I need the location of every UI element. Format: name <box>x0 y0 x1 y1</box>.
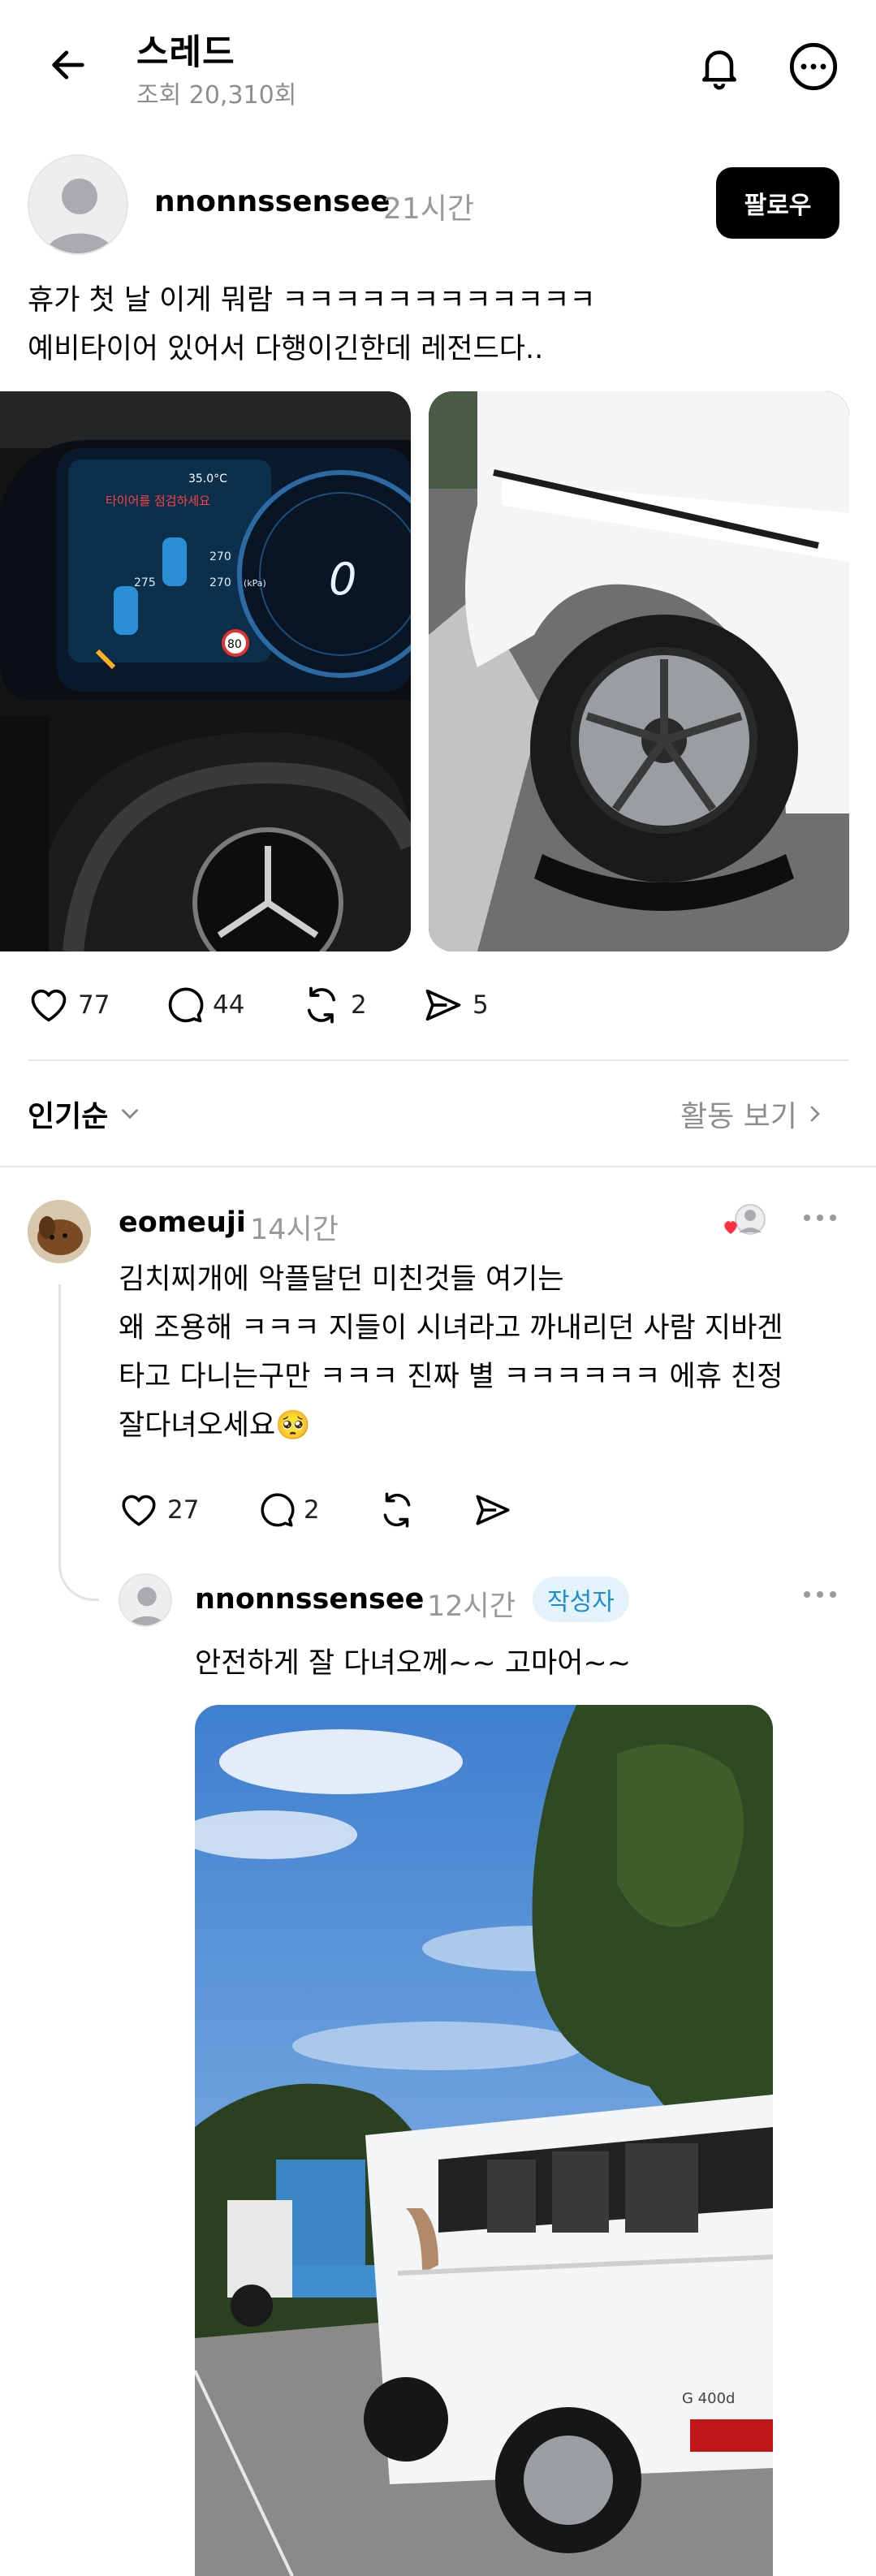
tire-pressure-fl: 270 <box>209 550 231 563</box>
repost-icon <box>307 986 336 1024</box>
flat-tire-photo <box>429 391 849 951</box>
reply-more-button[interactable] <box>796 1575 844 1614</box>
back-button[interactable] <box>42 39 94 91</box>
follow-button[interactable]: 팔로우 <box>716 167 839 239</box>
view-count: 조회 20,310회 <box>136 81 297 110</box>
comment-text-line: 김치찌개에 악플달던 미친것들 여기는 <box>119 1263 564 1296</box>
view-activity-link[interactable]: 활동 보기 <box>680 1093 828 1135</box>
comment-button[interactable]: 44 <box>162 978 244 1032</box>
reply-body: 안전하게 잘 다녀오께~~ 고마어~~ <box>195 1647 632 1680</box>
share-count: 5 <box>473 990 489 1020</box>
more-options-button[interactable] <box>784 37 843 96</box>
top-bar: 스레드 조회 20,310회 <box>0 0 876 134</box>
warning-text: 타이어를 점검하세요 <box>106 494 210 508</box>
repost-button[interactable]: 2 <box>300 978 367 1032</box>
sort-label: 인기순 <box>28 1100 109 1133</box>
arrow-left-icon <box>52 50 84 80</box>
comment-count: 44 <box>213 990 245 1020</box>
comment-bubble-icon <box>261 1493 295 1527</box>
dog-avatar-image <box>28 1200 91 1263</box>
comment-reply-count: 2 <box>304 1495 320 1525</box>
more-horizontal-icon <box>804 1215 836 1221</box>
like-button[interactable]: 77 <box>28 978 110 1032</box>
more-horizontal-icon <box>804 1591 836 1598</box>
reply-image-tow-truck[interactable]: G 400d <box>195 1705 773 2576</box>
repost-count: 2 <box>351 990 367 1020</box>
heart-icon <box>122 1495 156 1526</box>
pressure-unit: (kPa) <box>244 578 266 589</box>
chevron-right-icon <box>810 1106 820 1122</box>
tire-pressure-rl: 275 <box>134 576 156 589</box>
tire-pressure-rr: 270 <box>209 576 231 589</box>
post-author-username[interactable]: nnonnssensee <box>154 185 390 218</box>
like-count: 77 <box>78 990 110 1020</box>
comment-text-line: 잘다녀오세요🥺 <box>119 1409 311 1442</box>
comment-like-count: 27 <box>167 1495 200 1525</box>
comment-bubble-icon <box>168 987 204 1023</box>
divider <box>0 1166 876 1167</box>
default-avatar-icon <box>45 179 114 253</box>
comment-text-line: 왜 조용해 ㅋㅋㅋ 지들이 시녀라고 까내리던 사람 지바겐 <box>119 1312 783 1344</box>
view-activity-label: 활동 보기 <box>680 1100 797 1133</box>
post-body: 휴가 첫 날 이게 뭐람 ㅋㅋㅋㅋㅋㅋㅋㅋㅋㅋㅋㅋ 예비타이어 있어서 다행이긴… <box>28 276 839 373</box>
post-text-line: 예비타이어 있어서 다행이긴한데 레전드다.. <box>28 333 544 365</box>
comment-like-button[interactable]: 27 <box>119 1486 199 1534</box>
thread-connector <box>58 1284 99 1601</box>
page-title: 스레드 <box>136 32 235 73</box>
comment-body: 김치찌개에 악플달던 미친것들 여기는 왜 조용해 ㅋㅋㅋ 지들이 시녀라고 까… <box>119 1255 849 1450</box>
post-author-avatar[interactable] <box>28 154 128 255</box>
speed-limit: 80 <box>227 638 242 651</box>
tow-truck-photo: G 400d <box>195 1705 773 2576</box>
more-circle-icon <box>789 42 838 91</box>
send-icon <box>476 1495 510 1525</box>
post-text-line: 휴가 첫 날 이게 뭐람 ㅋㅋㅋㅋㅋㅋㅋㅋㅋㅋㅋㅋ <box>28 284 596 317</box>
divider <box>28 1059 849 1061</box>
comment-reply-button[interactable]: 2 <box>255 1486 320 1534</box>
bell-icon <box>702 50 736 90</box>
badge-text: G 400d <box>682 2390 735 2407</box>
reply-author-avatar[interactable] <box>119 1573 172 1627</box>
commenter-avatar[interactable] <box>28 1200 91 1263</box>
temp-readout: 35.0°C <box>188 472 227 485</box>
heart-icon <box>31 989 67 1022</box>
notifications-button[interactable] <box>690 37 749 96</box>
reply-timestamp: 12시간 <box>427 1590 516 1623</box>
post-timestamp: 21시간 <box>383 192 475 226</box>
comment-text-line: 타고 다니는구만 ㅋㅋㅋ 진짜 별 ㅋㅋㅋㅋㅋㅋ 에휴 친정 <box>119 1361 783 1393</box>
comment-more-button[interactable] <box>796 1198 844 1237</box>
comment-share-button[interactable] <box>473 1486 521 1534</box>
share-button[interactable]: 5 <box>422 978 489 1032</box>
post-image-dashboard[interactable]: 0 35.0°C 타이어를 점검하세요 270 275 270 (kPa) 80 <box>0 391 411 951</box>
default-avatar-icon <box>128 1586 166 1625</box>
commenter-username[interactable]: eomeuji <box>119 1206 246 1239</box>
liked-by-author-icon <box>724 1204 766 1235</box>
speed-readout: 0 <box>329 554 356 605</box>
post-image-flat-tire[interactable] <box>429 391 849 951</box>
comment-timestamp: 14시간 <box>250 1214 339 1246</box>
author-badge: 작성자 <box>533 1577 629 1622</box>
dashboard-photo: 0 35.0°C 타이어를 점검하세요 270 275 270 (kPa) 80 <box>0 391 411 951</box>
sort-dropdown[interactable]: 인기순 <box>28 1093 144 1135</box>
reply-author-username[interactable]: nnonnssensee <box>195 1583 424 1616</box>
chevron-down-icon <box>122 1109 139 1120</box>
repost-icon <box>383 1492 411 1528</box>
comment-repost-button[interactable] <box>377 1486 425 1534</box>
send-icon <box>425 989 461 1021</box>
author-liked-indicator <box>721 1202 770 1242</box>
